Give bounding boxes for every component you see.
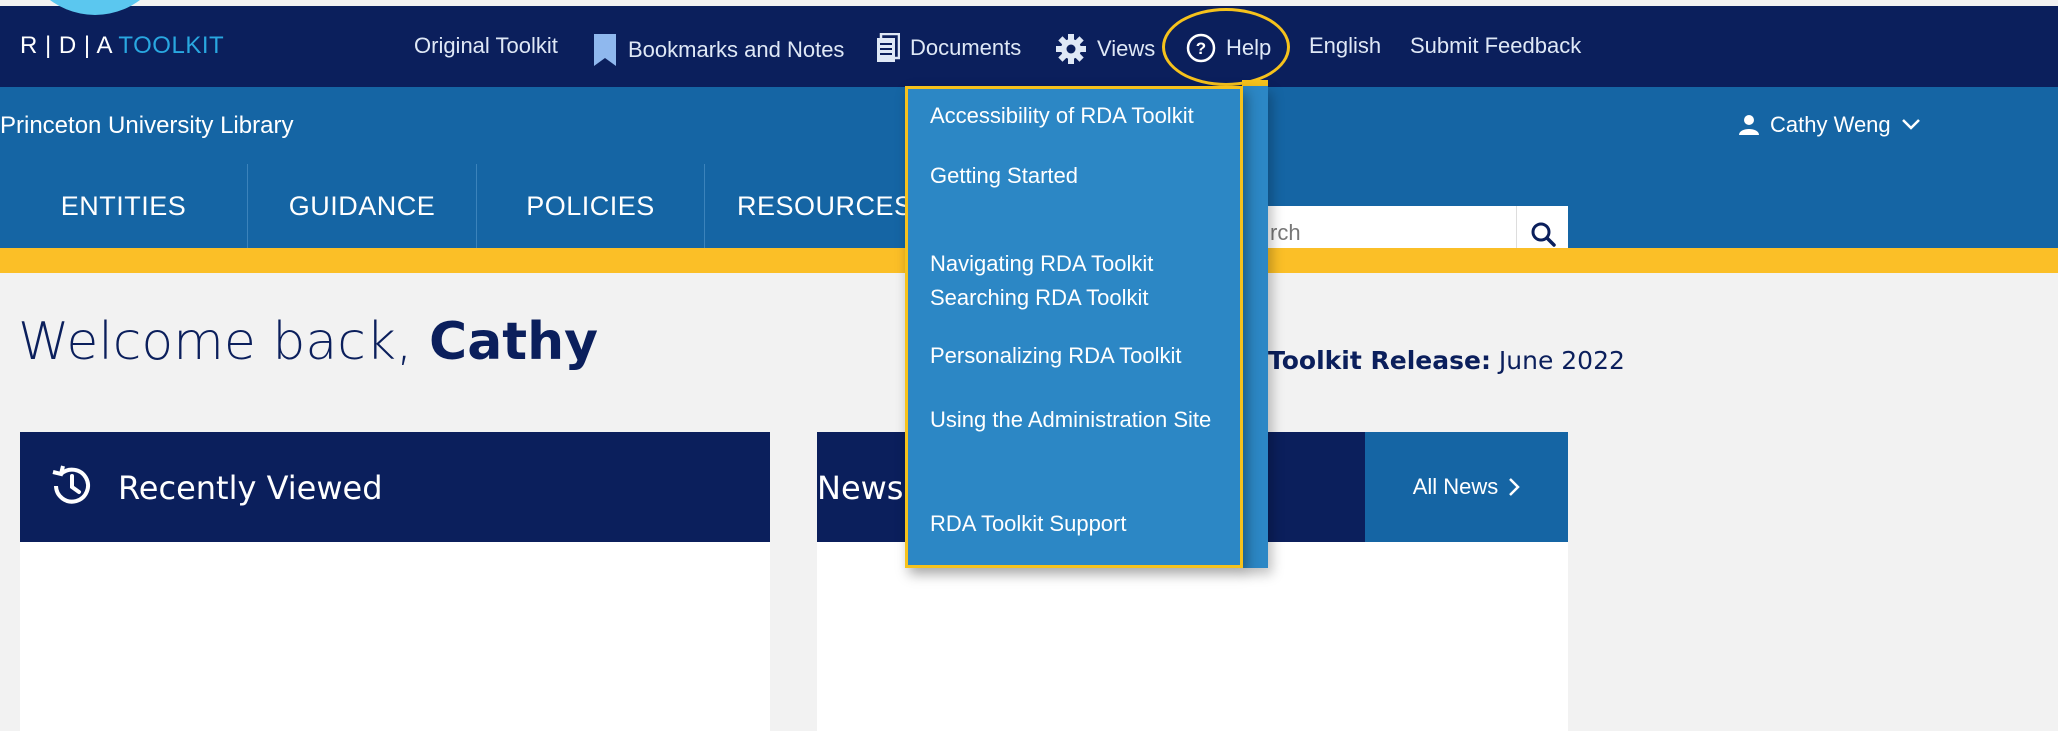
views-label: Views	[1097, 36, 1156, 61]
all-news-button[interactable]: All News	[1365, 432, 1568, 542]
chevron-down-icon	[1901, 119, 1920, 130]
nav-resources[interactable]: RESOURCES	[705, 164, 912, 248]
recently-viewed-body	[20, 542, 770, 731]
user-name: Cathy Weng	[1770, 112, 1891, 137]
recently-viewed-title: Recently Viewed	[118, 469, 383, 507]
brand-accent: TOOLKIT	[118, 32, 225, 59]
views-link[interactable]: Views	[1055, 33, 1155, 65]
help-menu-item[interactable]: Personalizing RDA Toolkit	[930, 339, 1230, 373]
all-news-label: All News	[1412, 474, 1499, 499]
help-menu-item[interactable]: Navigating RDA Toolkit	[930, 247, 1230, 281]
help-menu-item[interactable]: RDA Toolkit Support	[930, 507, 1230, 541]
release-value: June 2022	[1490, 346, 1625, 375]
bookmark-icon	[594, 34, 616, 66]
language-label: English	[1309, 33, 1382, 58]
bookmarks-link[interactable]: Bookmarks and Notes	[592, 33, 844, 67]
chevron-right-icon	[1509, 478, 1521, 496]
user-menu[interactable]: Cathy Weng	[1738, 112, 1921, 138]
help-menu-item[interactable]: Searching RDA Toolkit	[930, 281, 1230, 315]
top-bar: R | D | A TOOLKIT Original Toolkit Bookm…	[0, 6, 2058, 87]
submit-feedback-link[interactable]: Submit Feedback	[1410, 33, 1581, 59]
welcome-heading: Welcome back, Cathy	[18, 312, 598, 372]
documents-link[interactable]: Documents	[876, 33, 1021, 63]
welcome-prefix: Welcome back,	[18, 312, 430, 372]
original-toolkit-label: Original Toolkit	[414, 33, 558, 58]
history-icon	[52, 465, 90, 504]
news-body	[817, 542, 1568, 731]
release-info: Toolkit Release: June 2022	[1268, 346, 1625, 375]
nav-entities[interactable]: ENTITIES	[0, 164, 248, 248]
news-title: News	[817, 469, 904, 507]
user-icon	[1739, 115, 1759, 135]
recently-viewed-header: Recently Viewed	[20, 432, 770, 542]
institution-name: Princeton University Library	[0, 112, 294, 139]
language-link[interactable]: English	[1309, 33, 1381, 59]
nav-policies[interactable]: POLICIES	[477, 164, 705, 248]
search-placeholder: rch	[1270, 220, 1301, 245]
search-icon	[1531, 222, 1556, 247]
help-highlight-ring	[1162, 8, 1290, 86]
help-menu-item[interactable]: Accessibility of RDA Toolkit	[930, 99, 1230, 133]
original-toolkit-link[interactable]: Original Toolkit	[414, 33, 558, 59]
help-menu-item[interactable]: Using the Administration Site	[930, 401, 1230, 439]
bookmarks-label: Bookmarks and Notes	[628, 37, 845, 62]
brand-main: R | D | A	[20, 32, 112, 59]
submit-feedback-label: Submit Feedback	[1410, 33, 1582, 58]
nav-guidance[interactable]: GUIDANCE	[248, 164, 477, 248]
documents-label: Documents	[910, 35, 1022, 60]
gear-icon	[1056, 34, 1086, 64]
help-dropdown-menu: Accessibility of RDA Toolkit Getting Sta…	[905, 86, 1243, 568]
welcome-name: Cathy	[429, 312, 599, 372]
brand-logo[interactable]: R | D | A TOOLKIT	[20, 32, 224, 60]
release-label: Toolkit Release:	[1268, 346, 1491, 375]
help-menu-shadow	[1241, 86, 1268, 568]
documents-icon	[877, 33, 900, 62]
help-menu-item[interactable]: Getting Started	[930, 159, 1230, 193]
